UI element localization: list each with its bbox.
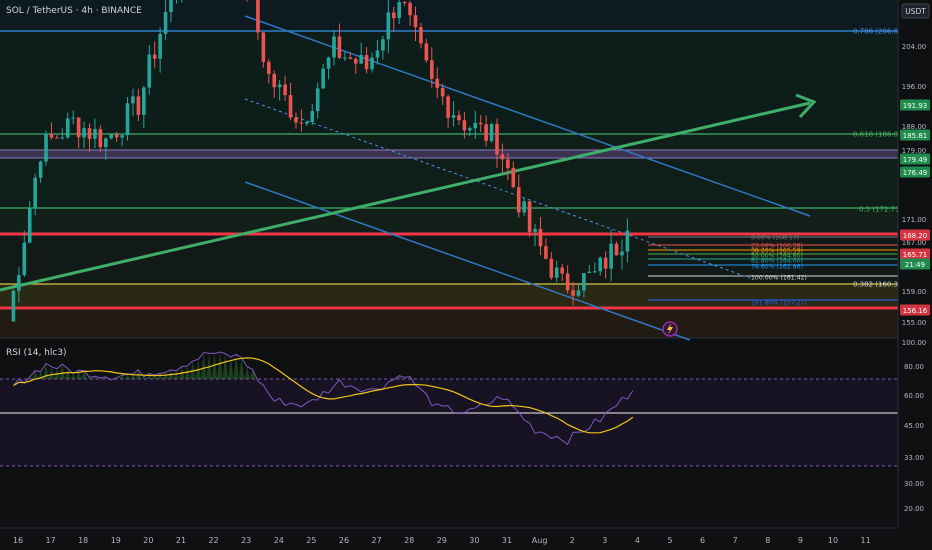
svg-text:176.49: 176.49 — [903, 169, 928, 177]
fib-zone-mid — [0, 158, 898, 208]
time-tick-label: 3 — [602, 536, 607, 545]
svg-text:21:49: 21:49 — [905, 261, 925, 269]
usdt-button[interactable]: USDT — [901, 3, 930, 19]
time-tick-label: 26 — [339, 536, 349, 545]
time-tick-label: 19 — [111, 536, 121, 545]
candle — [11, 289, 16, 322]
time-tick-label: 31 — [502, 536, 512, 545]
price-tick-label: 171.00 — [902, 216, 927, 224]
time-tick-label: 27 — [372, 536, 382, 545]
fib-level-label: 0.00% (168.17) — [751, 235, 799, 242]
candle — [125, 96, 130, 141]
price-tick-label: 204.00 — [902, 43, 927, 51]
time-tick-label: 20 — [143, 536, 153, 545]
fib-zone-upper — [0, 30, 898, 134]
rsi-tick-label: 33.00 — [904, 454, 924, 462]
svg-text:156.16: 156.16 — [903, 307, 928, 315]
price-badge: 168.20 — [900, 229, 930, 241]
fib-level-label: 161.80% (157.27) — [751, 300, 807, 307]
time-tick-label: 5 — [667, 536, 672, 545]
price-tick-label: 196.00 — [902, 83, 927, 91]
lightning-alert-icon[interactable] — [662, 321, 678, 337]
currency-label: USDT — [905, 7, 926, 16]
svg-text:179.49: 179.49 — [903, 156, 928, 164]
fib-level-label: 78.60% (162.86) — [751, 264, 803, 271]
svg-text:191.93: 191.93 — [903, 102, 928, 110]
svg-text:165.71: 165.71 — [903, 251, 928, 259]
price-tick-label: 100.00 — [902, 339, 927, 347]
time-tick-label: 10 — [828, 536, 838, 545]
price-badge: 179.49 — [900, 153, 930, 165]
symbol-title: SOL / TetherUS · 4h · BINANCE — [6, 6, 142, 16]
fib-zone-bottom — [0, 308, 898, 338]
rsi-title: RSI (14, hlc3) — [6, 348, 67, 358]
time-tick-label: 9 — [798, 536, 803, 545]
time-tick-label: 18 — [78, 536, 88, 545]
time-tick-label: 17 — [46, 536, 56, 545]
rsi-tick-label: 60.00 — [904, 392, 924, 400]
time-tick-label: 30 — [469, 536, 479, 545]
fib-level-label: 100.00% (161.42) — [751, 275, 807, 282]
purple-resistance-band — [0, 150, 898, 158]
rsi-tick-label: 20.00 — [904, 505, 924, 513]
trading-chart[interactable]: SOL / TetherUS · 4h · BINANCE 0.786 (206… — [0, 0, 932, 550]
time-tick-label: 4 — [635, 536, 640, 545]
time-tick-label: 6 — [700, 536, 705, 545]
price-badge: 191.93 — [900, 99, 930, 111]
time-tick-label: 8 — [765, 536, 770, 545]
fib-zone-618 — [0, 134, 898, 150]
fib-level-label: 0.5 (172.71) — [859, 206, 903, 214]
fib-zone-lower — [0, 208, 898, 234]
time-tick-label: 21 — [176, 536, 186, 545]
candle — [489, 122, 494, 143]
time-tick-label: 29 — [437, 536, 447, 545]
candle — [44, 130, 48, 166]
svg-text:168.20: 168.20 — [903, 232, 928, 240]
time-tick-label: 16 — [13, 536, 23, 545]
price-badge: 156.16 — [900, 304, 930, 316]
time-tick-label: 7 — [733, 536, 738, 545]
time-tick-label: Aug — [532, 536, 548, 545]
time-tick-label: 25 — [306, 536, 316, 545]
rsi-tick-label: 80.00 — [904, 363, 924, 371]
time-tick-label: 11 — [861, 536, 871, 545]
candle — [527, 200, 532, 238]
time-tick-label: 2 — [570, 536, 575, 545]
time-tick-label: 22 — [209, 536, 219, 545]
price-badge: 165.71 — [900, 248, 930, 260]
price-tick-label: 159.00 — [902, 288, 927, 296]
time-tick-label: 28 — [404, 536, 414, 545]
price-tick-label: 155.00 — [902, 319, 927, 327]
rsi-tick-label: 30.00 — [904, 480, 924, 488]
rsi-tick-label: 45.00 — [904, 422, 924, 430]
time-tick-label: 23 — [241, 536, 251, 545]
time-tick-label: 24 — [274, 536, 284, 545]
price-badge: 176.49 — [900, 166, 930, 178]
price-badge: 21:49 — [900, 258, 930, 270]
svg-text:185.81: 185.81 — [903, 132, 928, 140]
price-badge: 185.81 — [900, 129, 930, 141]
rsi-band-bg — [0, 379, 898, 466]
